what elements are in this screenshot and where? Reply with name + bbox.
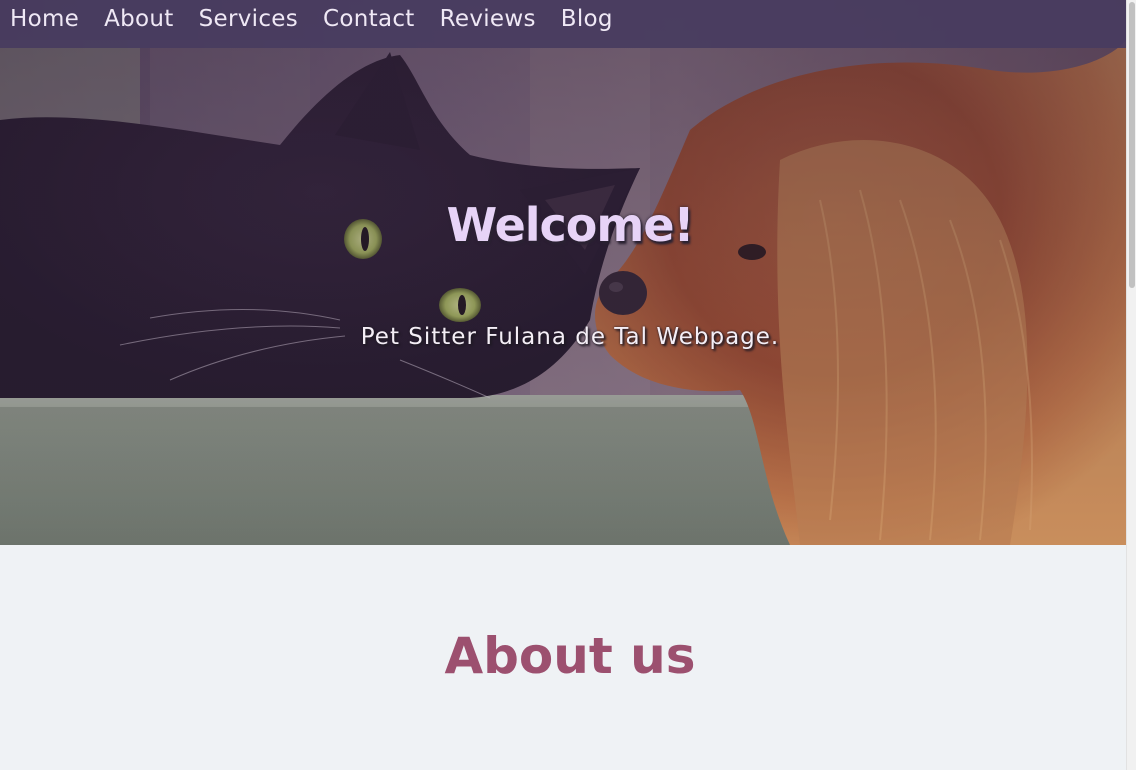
nav-link-home[interactable]: Home	[10, 7, 79, 41]
about-heading: About us	[444, 627, 696, 685]
nav-link-contact[interactable]: Contact	[323, 7, 415, 41]
nav-link-services[interactable]: Services	[199, 7, 298, 41]
hero-banner	[0, 0, 1126, 545]
nav-link-reviews[interactable]: Reviews	[440, 7, 536, 41]
hero-subtitle: Pet Sitter Fulana de Tal Webpage.	[360, 324, 780, 350]
nav-link-about[interactable]: About	[104, 7, 174, 41]
top-navigation: Home About Services Contact Reviews Blog	[0, 0, 1126, 48]
nav-link-blog[interactable]: Blog	[561, 7, 613, 41]
hero-title: Welcome!	[446, 198, 694, 252]
page-scrollbar[interactable]	[1126, 0, 1136, 770]
hero-photo	[0, 0, 1126, 545]
